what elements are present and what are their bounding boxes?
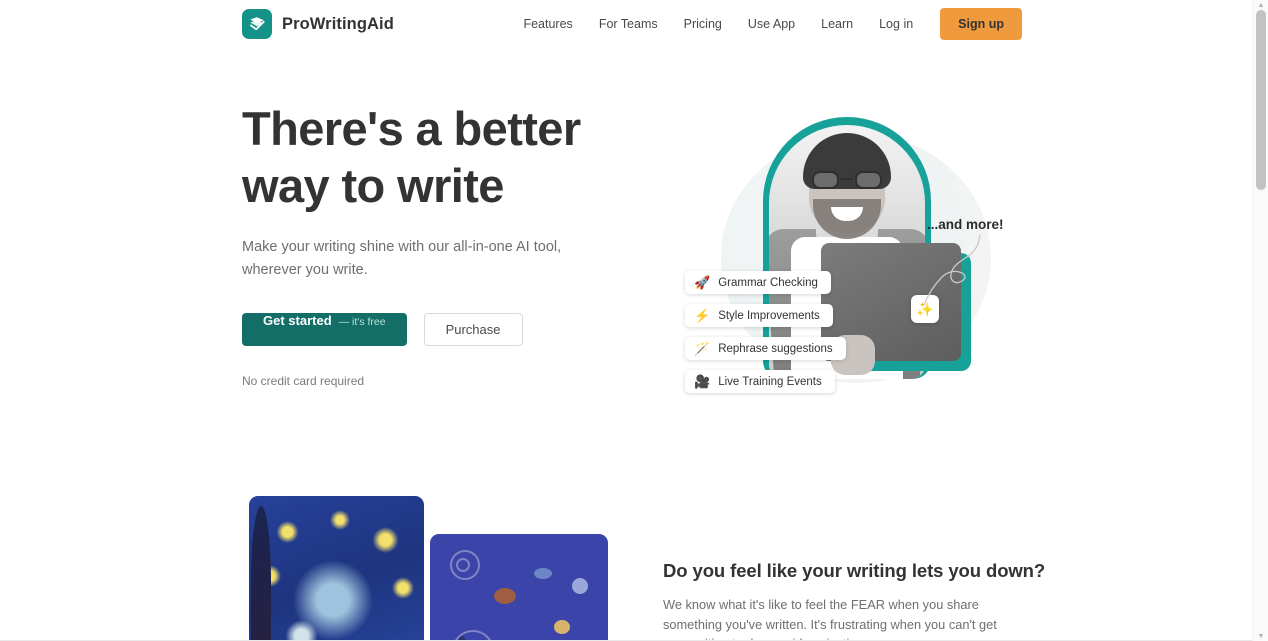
- feature-chip-label: Grammar Checking: [718, 276, 818, 289]
- site-header: ProWritingAid Features For Teams Pricing…: [0, 0, 1252, 48]
- feature-chip-list: 🚀 Grammar Checking ⚡ Style Improvements …: [685, 271, 846, 393]
- book-check-icon: [242, 9, 272, 39]
- hero-title-line-2: way to write: [242, 159, 504, 212]
- hero-actions: Get started — it's free Purchase: [242, 313, 642, 346]
- feature-chip-label: Style Improvements: [718, 309, 820, 322]
- nav-item-log-in[interactable]: Log in: [866, 0, 926, 48]
- scrollbar-thumb[interactable]: [1256, 10, 1266, 190]
- page-root: ProWritingAid Features For Teams Pricing…: [0, 0, 1268, 641]
- get-started-button[interactable]: Get started — it's free: [242, 313, 407, 346]
- nav-item-features[interactable]: Features: [510, 0, 585, 48]
- nav-item-for-teams[interactable]: For Teams: [586, 0, 671, 48]
- get-started-sublabel: — it's free: [338, 316, 386, 328]
- main-navigation: Features For Teams Pricing Use App Learn…: [510, 0, 1022, 48]
- section-heading: Do you feel like your writing lets you d…: [663, 560, 1046, 581]
- page-scrollbar[interactable]: ▲ ▼: [1252, 0, 1268, 641]
- feature-chip-label: Rephrase suggestions: [718, 342, 833, 355]
- page-viewport: ProWritingAid Features For Teams Pricing…: [0, 0, 1252, 641]
- get-started-label: Get started: [263, 313, 332, 328]
- purchase-button[interactable]: Purchase: [423, 313, 523, 346]
- feature-chip-label: Live Training Events: [718, 375, 822, 388]
- starry-night-card: My idea in my head: [249, 496, 424, 641]
- feature-chip-grammar-checking[interactable]: 🚀 Grammar Checking: [685, 271, 831, 294]
- nav-item-pricing[interactable]: Pricing: [671, 0, 735, 48]
- page-title: There's a better way to write: [242, 100, 642, 214]
- sign-up-button[interactable]: Sign up: [940, 8, 1022, 40]
- brand-name: ProWritingAid: [282, 14, 394, 33]
- cypress-tree: [251, 506, 271, 641]
- glasses-icon: [810, 171, 884, 189]
- hero-illustration: 🚀 Grammar Checking ⚡ Style Improvements …: [663, 103, 1023, 433]
- and-more-annotation: ...and more!: [927, 217, 1004, 232]
- section-body: We know what it's like to feel the FEAR …: [663, 597, 997, 641]
- brand-logo-link[interactable]: ProWritingAid: [242, 9, 394, 39]
- nav-item-learn[interactable]: Learn: [808, 0, 866, 48]
- hero-copy: There's a better way to write Make your …: [242, 100, 642, 388]
- scroll-down-arrow-icon[interactable]: ▼: [1253, 631, 1268, 641]
- annotation-squiggle-icon: [923, 234, 981, 306]
- scroll-up-arrow-icon[interactable]: ▲: [1253, 0, 1268, 10]
- feature-chip-rephrase-suggestions[interactable]: 🪄 Rephrase suggestions: [685, 337, 846, 360]
- lower-copy: Do you feel like your writing lets you d…: [663, 560, 1046, 641]
- lightning-icon: ⚡: [694, 308, 711, 323]
- hero-subtitle: Make your writing shine with our all-in-…: [242, 239, 562, 278]
- rocket-icon: 🚀: [694, 275, 711, 290]
- feature-chip-style-improvements[interactable]: ⚡ Style Improvements: [685, 304, 833, 327]
- plain-drawing-card: [430, 534, 608, 641]
- magic-wand-icon: 🪄: [694, 341, 711, 356]
- feature-chip-live-training-events[interactable]: 🎥 Live Training Events: [685, 370, 835, 393]
- no-credit-card-note: No credit card required: [242, 374, 365, 388]
- nav-item-use-app[interactable]: Use App: [735, 0, 808, 48]
- hero-title-line-1: There's a better: [242, 102, 581, 155]
- movie-camera-icon: 🎥: [694, 374, 711, 389]
